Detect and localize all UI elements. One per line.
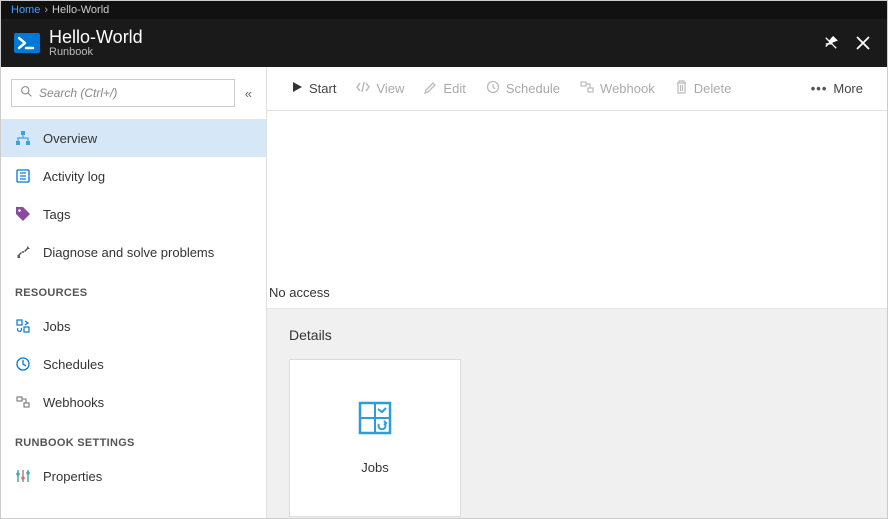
tag-icon [15,206,31,222]
close-button[interactable] [851,31,875,55]
webhook-button[interactable]: Webhook [570,67,665,110]
activity-log-icon [15,168,31,184]
nav-label: Properties [43,469,102,484]
breadcrumb-home[interactable]: Home [11,4,40,16]
delete-button[interactable]: Delete [665,67,742,110]
nav-label: Activity log [43,169,105,184]
webhook-icon [580,80,594,97]
search-input[interactable]: Search (Ctrl+/) [11,79,235,107]
nav-label: Jobs [43,319,70,334]
nav-label: Tags [43,207,70,222]
jobs-tile[interactable]: Jobs [289,359,461,517]
nav-schedules[interactable]: Schedules [1,345,266,383]
blade-header: Hello-World Runbook [1,19,887,67]
diagnose-icon [15,244,31,260]
schedule-button[interactable]: Schedule [476,67,570,110]
chevron-right-icon: › [44,4,48,16]
search-icon [20,85,33,101]
sidebar: Search (Ctrl+/) « Overview Activity log [1,67,267,518]
start-button[interactable]: Start [281,67,346,110]
details-title: Details [289,327,865,343]
overview-icon [15,130,31,146]
nav-overview[interactable]: Overview [1,119,266,157]
nav-tags[interactable]: Tags [1,195,266,233]
edit-button[interactable]: Edit [414,67,475,110]
section-runbook-settings: RUNBOOK SETTINGS [1,421,266,457]
search-placeholder: Search (Ctrl+/) [39,86,117,100]
view-button[interactable]: View [346,67,414,110]
more-icon: ••• [811,81,828,96]
nav-activity-log[interactable]: Activity log [1,157,266,195]
page-title: Hello-World [49,28,143,46]
section-resources: RESOURCES [1,271,266,307]
nav-jobs[interactable]: Jobs [1,307,266,345]
jobs-tile-icon [358,401,392,440]
no-access-text: No access [267,281,887,308]
code-icon [356,81,370,96]
webhook-icon [15,394,31,410]
more-button[interactable]: ••• More [801,67,873,110]
nav-label: Overview [43,131,97,146]
powershell-runbook-icon [13,29,41,57]
toolbar: Start View Edit Schedule Webhook Delete [267,67,887,111]
nav-webhooks[interactable]: Webhooks [1,383,266,421]
nav-diagnose[interactable]: Diagnose and solve problems [1,233,266,271]
trash-icon [675,80,688,97]
jobs-icon [15,318,31,334]
nav-properties[interactable]: Properties [1,457,266,495]
clock-icon [486,80,500,97]
play-icon [291,81,303,96]
breadcrumb: Home › Hello-World [1,1,887,19]
collapse-sidebar-button[interactable]: « [241,86,256,101]
details-section: Details Jobs [267,308,887,518]
sidebar-nav[interactable]: Overview Activity log Tags Diagnose and … [1,119,266,518]
breadcrumb-current: Hello-World [52,4,109,16]
nav-label: Webhooks [43,395,104,410]
pin-button[interactable] [819,31,843,55]
clock-icon [15,356,31,372]
nav-label: Diagnose and solve problems [43,245,214,260]
jobs-tile-label: Jobs [361,460,388,475]
properties-icon [15,468,31,484]
page-subtitle: Runbook [49,46,143,58]
pencil-icon [424,81,437,97]
nav-label: Schedules [43,357,104,372]
main-content: Start View Edit Schedule Webhook Delete [267,67,887,518]
